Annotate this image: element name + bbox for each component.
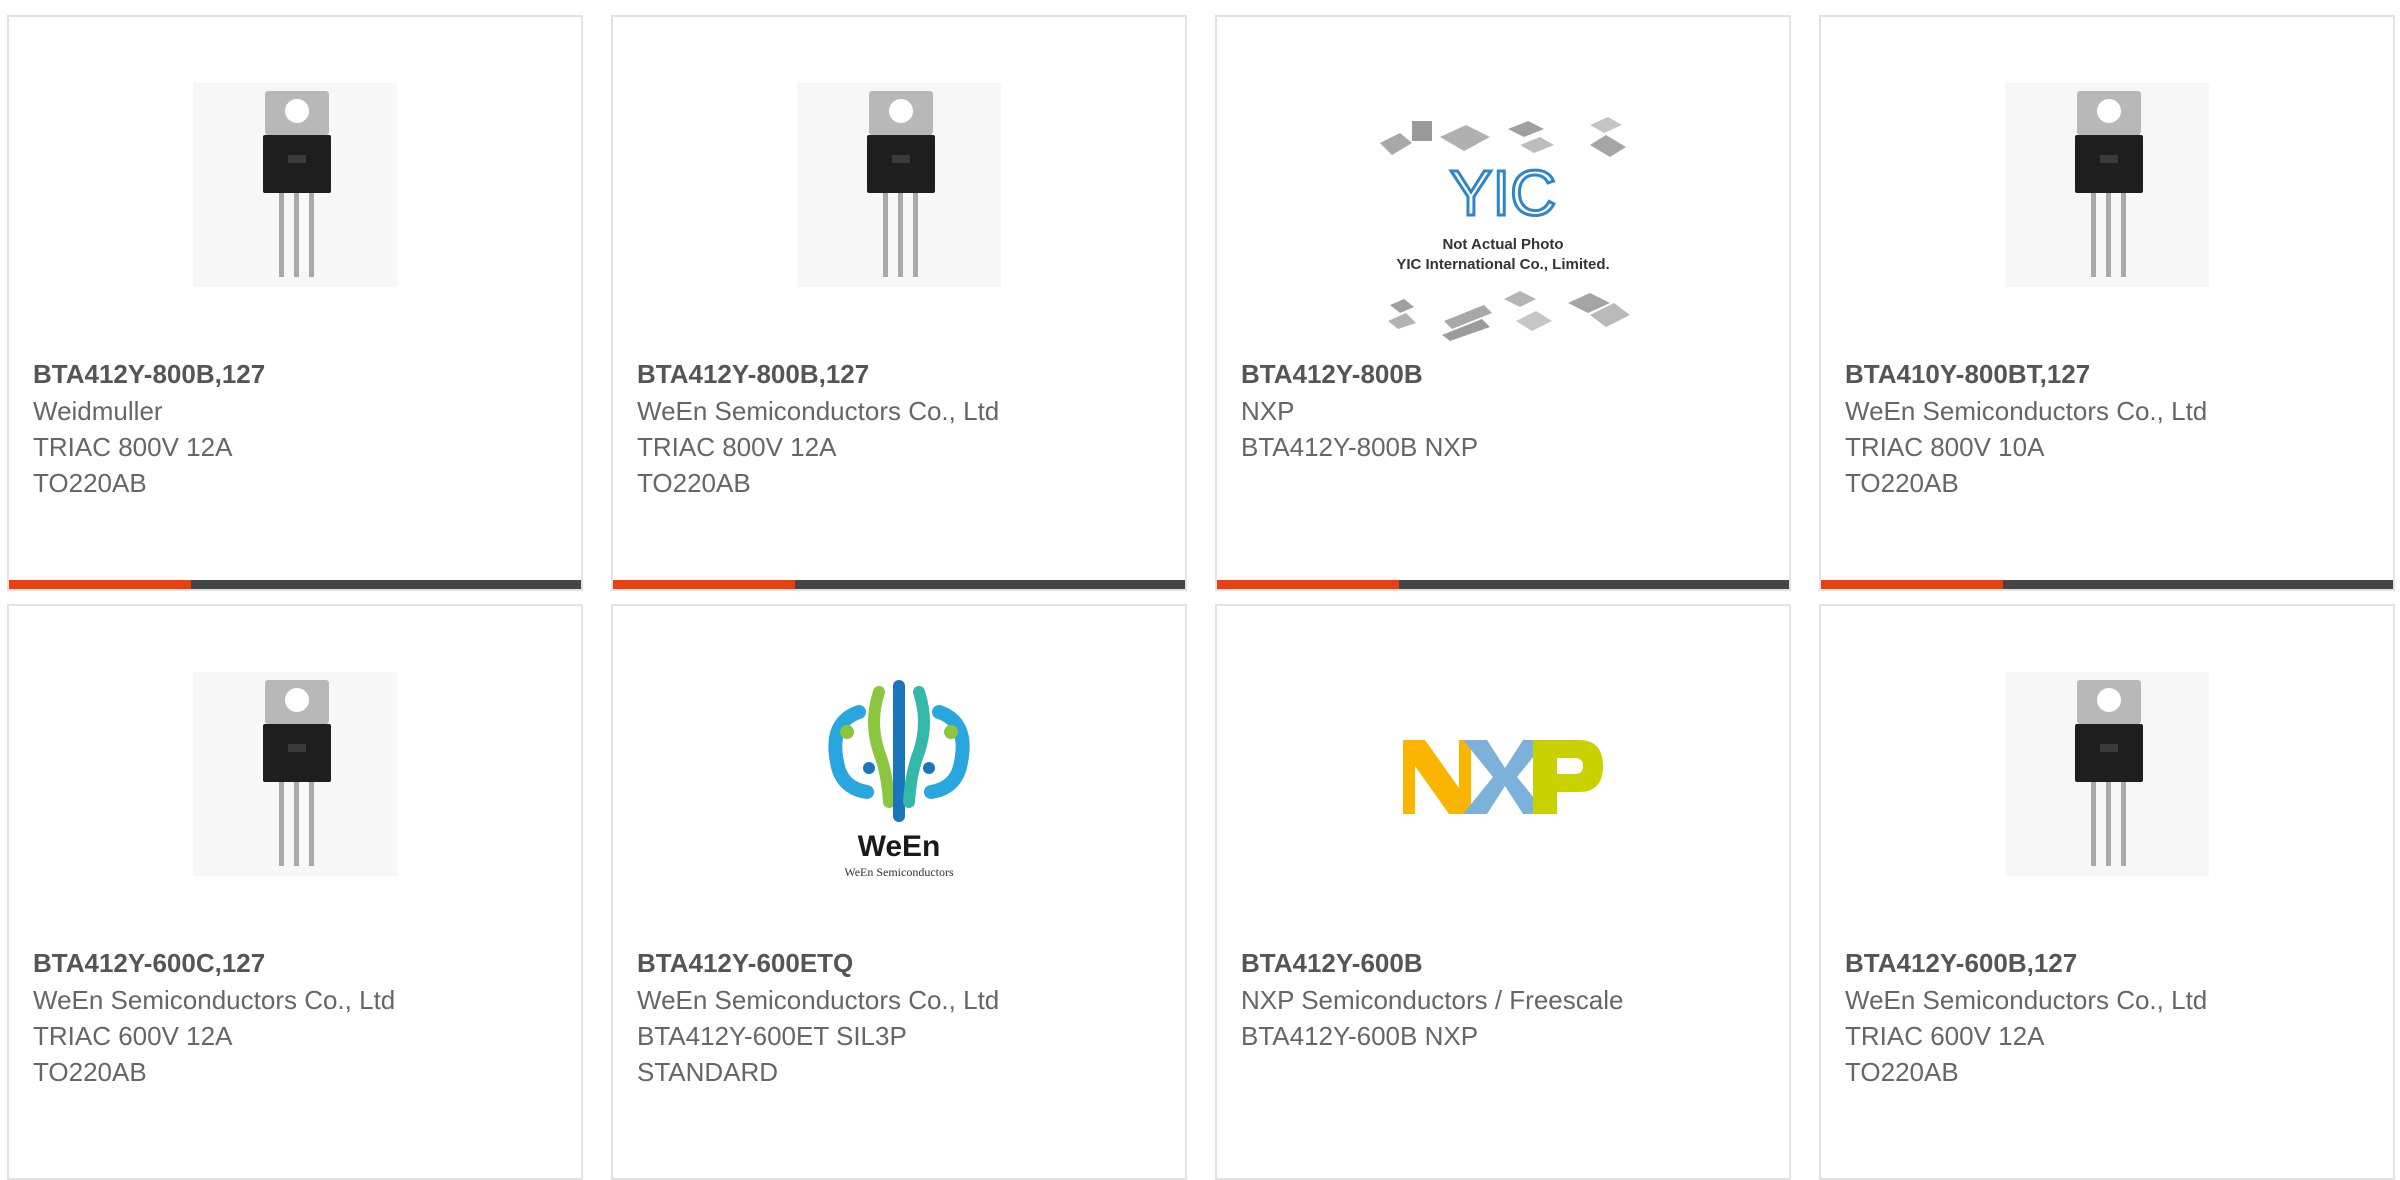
ween-tagline-text: WeEn Semiconductors: [844, 865, 954, 879]
product-card[interactable]: BTA412Y-800B,127 Weidmuller TRIAC 800V 1…: [7, 15, 583, 591]
manufacturer: WeEn Semiconductors Co., Ltd: [637, 396, 1000, 426]
triac-to220-icon: [2005, 672, 2209, 876]
accent-bar: [9, 580, 581, 589]
yic-company-text: YIC International Co., Limited.: [1396, 256, 1609, 273]
manufacturer: WeEn Semiconductors Co., Ltd: [1845, 985, 2208, 1015]
part-number[interactable]: BTA412Y-600B: [1241, 944, 1769, 982]
triac-to220-icon: [193, 83, 397, 287]
product-card[interactable]: YIC Not Actual Photo YIC International C…: [1215, 15, 1791, 591]
description: TRIAC 800V 12A TO220AB: [637, 432, 835, 498]
product-card[interactable]: BTA412Y-800B,127 WeEn Semiconductors Co.…: [611, 15, 1187, 591]
product-image[interactable]: [2005, 672, 2209, 876]
accent-bar-track: [2003, 580, 2393, 589]
product-card[interactable]: BTA412Y-600B NXP Semiconductors / Freesc…: [1215, 604, 1791, 1180]
accent-bar-track: [795, 580, 1185, 589]
description: TRIAC 600V 12A TO220AB: [33, 1021, 231, 1087]
ween-brand-text: WeEn: [858, 830, 941, 863]
ween-logo: WeEn WeEn Semiconductors: [828, 680, 970, 879]
accent-bar-highlight: [9, 580, 191, 589]
description: TRIAC 600V 12A TO220AB: [1845, 1021, 2043, 1087]
product-image[interactable]: [2005, 83, 2209, 287]
part-number[interactable]: BTA412Y-600C,127: [33, 944, 561, 982]
triac-to220-icon: [2005, 83, 2209, 287]
product-image[interactable]: [193, 83, 397, 287]
accent-bar: [1217, 580, 1789, 589]
yic-logo: YIC: [1450, 157, 1557, 229]
product-grid: BTA412Y-800B,127 Weidmuller TRIAC 800V 1…: [0, 0, 2400, 1180]
manufacturer: NXP Semiconductors / Freescale: [1241, 985, 1624, 1015]
part-number[interactable]: BTA410Y-800BT,127: [1845, 355, 2373, 393]
triac-to220-icon: [797, 83, 1001, 287]
manufacturer: NXP: [1241, 396, 1295, 426]
product-info: BTA412Y-600B,127 WeEn Semiconductors Co.…: [1845, 944, 2373, 1090]
product-info: BTA412Y-600B NXP Semiconductors / Freesc…: [1241, 944, 1769, 1054]
triac-to220-icon: [193, 672, 397, 876]
accent-bar-highlight: [613, 580, 795, 589]
accent-bar-highlight: [1821, 580, 2003, 589]
part-number[interactable]: BTA412Y-600ETQ: [637, 944, 1165, 982]
part-number[interactable]: BTA412Y-800B,127: [33, 355, 561, 393]
product-card[interactable]: WeEn WeEn Semiconductors BTA412Y-600ETQ …: [611, 604, 1187, 1180]
part-number[interactable]: BTA412Y-600B,127: [1845, 944, 2373, 982]
manufacturer: WeEn Semiconductors Co., Ltd: [33, 985, 396, 1015]
yic-placeholder-image: YIC Not Actual Photo YIC International C…: [1380, 117, 1630, 341]
accent-bar-track: [1399, 580, 1789, 589]
description: TRIAC 800V 10A TO220AB: [1845, 432, 2043, 498]
accent-bar: [1821, 580, 2393, 589]
accent-bar-track: [191, 580, 581, 589]
product-info: BTA412Y-800B,127 WeEn Semiconductors Co.…: [637, 355, 1165, 501]
product-info: BTA412Y-600ETQ WeEn Semiconductors Co., …: [637, 944, 1165, 1090]
product-image[interactable]: [193, 672, 397, 876]
product-image[interactable]: WeEn WeEn Semiconductors: [819, 672, 979, 892]
product-card[interactable]: BTA412Y-600B,127 WeEn Semiconductors Co.…: [1819, 604, 2395, 1180]
manufacturer: WeEn Semiconductors Co., Ltd: [637, 985, 1000, 1015]
part-number[interactable]: BTA412Y-800B: [1241, 355, 1769, 393]
product-info: BTA410Y-800BT,127 WeEn Semiconductors Co…: [1845, 355, 2373, 501]
product-image[interactable]: [797, 83, 1001, 287]
manufacturer: Weidmuller: [33, 396, 163, 426]
product-card[interactable]: BTA412Y-600C,127 WeEn Semiconductors Co.…: [7, 604, 583, 1180]
product-info: BTA412Y-800B,127 Weidmuller TRIAC 800V 1…: [33, 355, 561, 501]
product-image[interactable]: [1401, 732, 1605, 822]
description: BTA412Y-800B NXP: [1241, 432, 1479, 462]
description: BTA412Y-600ET SIL3P STANDARD: [637, 1021, 907, 1087]
product-info: BTA412Y-600C,127 WeEn Semiconductors Co.…: [33, 944, 561, 1090]
part-number[interactable]: BTA412Y-800B,127: [637, 355, 1165, 393]
description: TRIAC 800V 12A TO220AB: [33, 432, 231, 498]
manufacturer: WeEn Semiconductors Co., Ltd: [1845, 396, 2208, 426]
accent-bar: [613, 580, 1185, 589]
nxp-logo: [1403, 740, 1603, 814]
not-actual-photo-text: Not Actual Photo: [1442, 236, 1563, 253]
description: BTA412Y-600B NXP: [1241, 1021, 1479, 1051]
accent-bar-highlight: [1217, 580, 1399, 589]
product-image[interactable]: YIC Not Actual Photo YIC International C…: [1368, 103, 1638, 353]
product-info: BTA412Y-800B NXP BTA412Y-800B NXP: [1241, 355, 1769, 465]
product-card[interactable]: BTA410Y-800BT,127 WeEn Semiconductors Co…: [1819, 15, 2395, 591]
